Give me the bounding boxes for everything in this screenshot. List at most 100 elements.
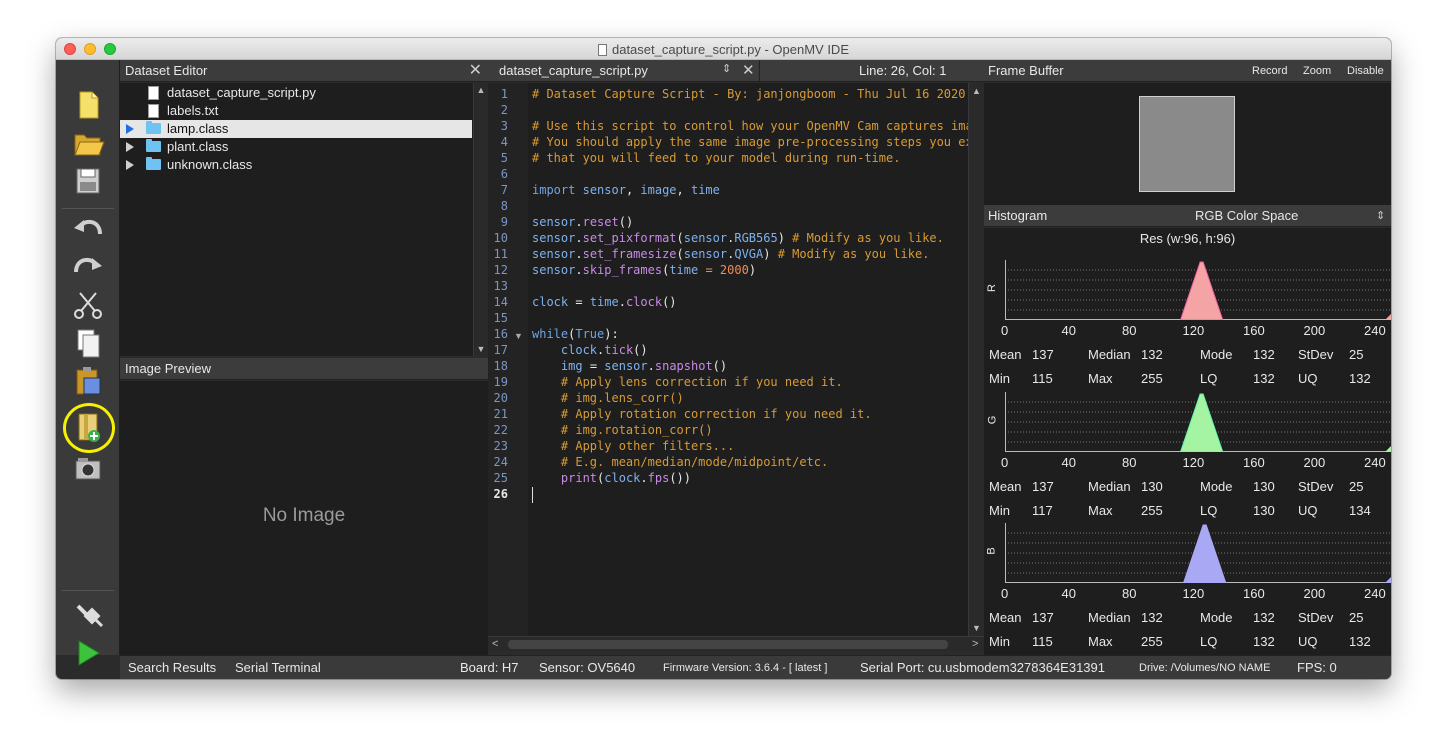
tab-dataset-capture-script[interactable]: dataset_capture_script.py ⇕ ✕ xyxy=(488,60,760,82)
code-line[interactable]: # Dataset Capture Script - By: janjongbo… xyxy=(532,86,965,102)
tree-item-folder[interactable]: lamp.class xyxy=(120,120,472,138)
code-line[interactable]: # Apply rotation correction if you need … xyxy=(532,406,872,422)
code-line[interactable]: # Apply lens correction if you need it. xyxy=(532,374,843,390)
disable-button[interactable]: Disable xyxy=(1347,60,1384,82)
x-tick-label: 120 xyxy=(1182,323,1205,338)
x-tick-label: 0 xyxy=(1001,455,1009,470)
line-number: 25 xyxy=(493,471,508,485)
run-icon[interactable] xyxy=(70,636,106,670)
stat-value-uq: 132 xyxy=(1349,634,1371,649)
image-preview-area: No Image xyxy=(120,381,488,655)
stat-value-mode: 130 xyxy=(1253,479,1275,494)
save-icon[interactable] xyxy=(70,164,106,198)
code-line[interactable]: sensor.set_pixformat(sensor.RGB565) # Mo… xyxy=(532,230,944,246)
firmware-status[interactable]: Firmware Version: 3.6.4 - [ latest ] xyxy=(663,656,827,679)
x-tick-label: 160 xyxy=(1243,323,1265,338)
code-line[interactable]: img = sensor.snapshot() xyxy=(532,358,727,374)
expand-arrow-icon[interactable] xyxy=(126,142,134,152)
code-line[interactable]: while(True): xyxy=(532,326,619,342)
code-line[interactable]: sensor.reset() xyxy=(532,214,633,230)
expand-arrow-icon[interactable] xyxy=(126,124,134,134)
stat-value-lq: 132 xyxy=(1253,371,1275,386)
stat-value-uq: 134 xyxy=(1349,503,1371,518)
image-preview-header: Image Preview xyxy=(120,358,488,380)
tree-scrollbar[interactable]: ▲ ▼ xyxy=(473,83,488,356)
search-results-tab[interactable]: Search Results xyxy=(128,656,216,679)
tree-item-file[interactable]: dataset_capture_script.py xyxy=(120,84,472,102)
code-line[interactable]: # You should apply the same image pre-pr… xyxy=(532,134,968,150)
stat-label-median: Median xyxy=(1088,479,1131,494)
editor-horizontal-scrollbar[interactable]: < > xyxy=(488,636,984,652)
tree-item-folder[interactable]: unknown.class xyxy=(120,156,472,174)
line-number: 12 xyxy=(493,263,508,277)
x-tick-label: 40 xyxy=(1061,323,1076,338)
scroll-thumb[interactable] xyxy=(508,640,948,649)
code-line[interactable]: # E.g. mean/median/mode/midpoint/etc. xyxy=(532,454,828,470)
line-number: 9 xyxy=(500,215,508,229)
fps-status: FPS: 0 xyxy=(1297,660,1337,675)
stat-value-mean: 137 xyxy=(1032,479,1054,494)
scroll-down-icon[interactable]: ▼ xyxy=(474,342,488,356)
fold-arrow-icon[interactable]: ▼ xyxy=(514,331,523,341)
code-line[interactable]: clock = time.clock() xyxy=(532,294,677,310)
scroll-left-icon[interactable]: < xyxy=(492,638,498,650)
tree-item-file[interactable]: labels.txt xyxy=(120,102,472,120)
cursor-position: Line: 26, Col: 1 xyxy=(859,63,947,78)
paste-icon[interactable] xyxy=(70,364,106,398)
connect-icon[interactable] xyxy=(70,596,106,630)
text-cursor xyxy=(532,487,533,503)
open-folder-icon[interactable] xyxy=(70,126,106,160)
tab-switch-icon[interactable]: ⇕ xyxy=(722,62,731,75)
select-chevron-icon[interactable]: ⇕ xyxy=(1376,205,1385,227)
code-line[interactable]: sensor.set_framesize(sensor.QVGA) # Modi… xyxy=(532,246,929,262)
code-line[interactable]: print(clock.fps()) xyxy=(532,470,691,486)
code-line[interactable]: # img.rotation_corr() xyxy=(532,422,713,438)
x-tick-label: 40 xyxy=(1061,455,1076,470)
capture-image-icon[interactable] xyxy=(70,452,106,486)
x-tick-label: 200 xyxy=(1303,323,1326,338)
scroll-up-icon[interactable]: ▲ xyxy=(474,83,488,97)
scroll-down-icon[interactable]: ▼ xyxy=(969,621,984,635)
code-line[interactable]: # img.lens_corr() xyxy=(532,390,684,406)
scroll-right-icon[interactable]: > xyxy=(972,638,978,650)
stat-label-uq: UQ xyxy=(1298,503,1318,518)
cut-icon[interactable] xyxy=(70,288,106,322)
close-tab-icon[interactable]: ✕ xyxy=(742,61,755,79)
code-line[interactable]: # Apply other filters... xyxy=(532,438,734,454)
editor-tab-bar: dataset_capture_script.py ⇕ ✕ Line: 26, … xyxy=(488,60,984,82)
file-icon xyxy=(148,86,159,100)
serial-terminal-tab[interactable]: Serial Terminal xyxy=(235,656,321,679)
copy-icon[interactable] xyxy=(70,326,106,360)
color-space-select[interactable]: RGB Color Space xyxy=(1195,205,1298,227)
code-line[interactable]: # Use this script to control how your Op… xyxy=(532,118,968,134)
stat-label-median: Median xyxy=(1088,347,1131,362)
stat-label-max: Max xyxy=(1088,503,1113,518)
stat-label-min: Min xyxy=(989,371,1010,386)
expand-arrow-icon[interactable] xyxy=(126,160,134,170)
code-editor[interactable]: # Dataset Capture Script - By: janjongbo… xyxy=(528,83,968,636)
line-number: 18 xyxy=(493,359,508,373)
x-tick-label: 200 xyxy=(1303,455,1326,470)
stat-label-lq: LQ xyxy=(1200,371,1218,386)
code-line[interactable]: sensor.skip_frames(time = 2000) xyxy=(532,262,756,278)
line-number: 8 xyxy=(500,199,508,213)
code-line[interactable]: import sensor, image, time xyxy=(532,182,720,198)
line-number: 2 xyxy=(500,103,508,117)
code-line[interactable]: clock.tick() xyxy=(532,342,648,358)
undo-icon[interactable] xyxy=(70,212,106,246)
code-line[interactable]: # that you will feed to your model durin… xyxy=(532,150,900,166)
close-panel-icon[interactable]: ✕ xyxy=(469,60,482,82)
editor-vertical-scrollbar[interactable]: ▲ ▼ xyxy=(968,83,984,636)
toolbar-separator xyxy=(62,590,114,591)
zoom-button[interactable]: Zoom xyxy=(1303,60,1331,82)
frame-buffer-header: Frame Buffer Record Zoom Disable xyxy=(984,60,1391,82)
redo-icon[interactable] xyxy=(70,250,106,284)
frame-buffer-image xyxy=(1139,96,1235,192)
record-button[interactable]: Record xyxy=(1252,60,1287,82)
stat-label-lq: LQ xyxy=(1200,634,1218,649)
scroll-up-icon[interactable]: ▲ xyxy=(969,84,984,98)
stat-label-uq: UQ xyxy=(1298,634,1318,649)
new-file-icon[interactable] xyxy=(70,88,106,122)
histogram-tail xyxy=(1385,577,1391,583)
tree-item-folder[interactable]: plant.class xyxy=(120,138,472,156)
